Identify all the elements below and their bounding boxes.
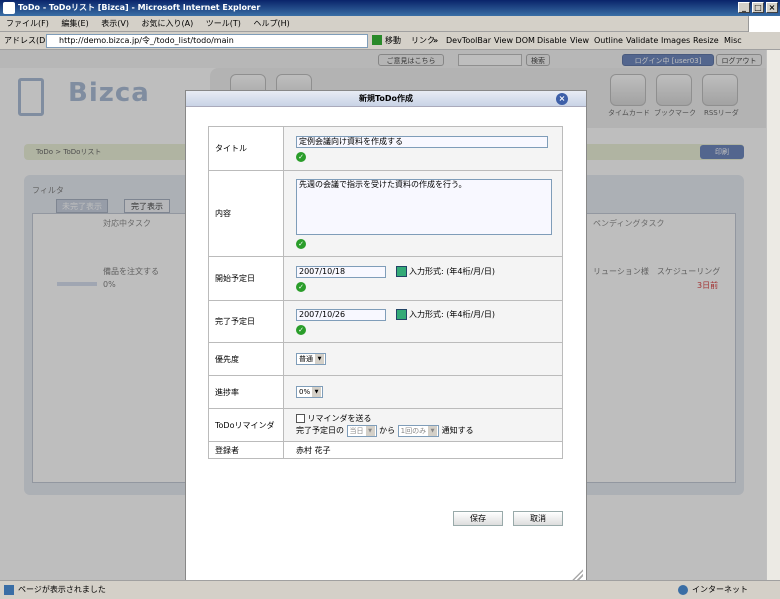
- toolbar-view-dom[interactable]: View DOM: [494, 32, 535, 50]
- menu-help[interactable]: ヘルプ(H): [253, 19, 289, 28]
- toolbar-misc[interactable]: Misc: [724, 32, 742, 50]
- check-icon: ✓: [296, 281, 306, 292]
- reminder-prefix: 完了予定日の: [296, 426, 344, 435]
- label-priority: 優先度: [208, 342, 284, 376]
- menu-file[interactable]: ファイル(F): [6, 19, 49, 28]
- label-end-date: 完了予定日: [208, 300, 284, 343]
- resize-grip-icon[interactable]: [571, 569, 583, 580]
- close-icon[interactable]: ×: [556, 93, 568, 105]
- new-todo-dialog: 新規ToDo作成 × タイトル 定例会議向け資料を作成する ✓ 内容 先週の会議…: [185, 90, 587, 580]
- registrant-value: 赤村 花子: [283, 441, 563, 459]
- close-window-icon[interactable]: ×: [766, 2, 778, 13]
- content-textarea[interactable]: 先週の会議で指示を受けた資料の作成を行う。: [296, 178, 552, 235]
- end-date-input[interactable]: 2007/10/26: [296, 308, 386, 321]
- reminder-check-label: リマインダを送る: [307, 414, 372, 423]
- go-button[interactable]: 移動: [385, 32, 401, 50]
- windows-logo-icon: [748, 16, 780, 32]
- reminder-suffix: 通知する: [441, 426, 474, 435]
- menu-edit[interactable]: 編集(E): [61, 19, 88, 28]
- check-icon: ✓: [296, 238, 306, 249]
- minimize-icon[interactable]: _: [738, 2, 750, 13]
- label-registrant: 登録者: [208, 441, 284, 459]
- window-title: ToDo - ToDoリスト [Bizca] - Microsoft Inter…: [18, 3, 261, 12]
- label-content: 内容: [208, 170, 284, 257]
- status-bar: ページが表示されました インターネット: [0, 580, 780, 598]
- links-label[interactable]: リンク: [411, 32, 435, 50]
- todo-form: タイトル 定例会議向け資料を作成する ✓ 内容 先週の会議で指示を受けた資料の作…: [208, 126, 563, 459]
- label-reminder: ToDoリマインダ: [208, 408, 284, 442]
- go-icon[interactable]: [372, 35, 382, 45]
- toolbar-validate[interactable]: Validate: [626, 32, 658, 50]
- page-icon: [4, 585, 14, 595]
- window-title-bar: ToDo - ToDoリスト [Bizca] - Microsoft Inter…: [0, 0, 780, 16]
- address-label: アドレス(D): [4, 36, 49, 45]
- calendar-icon[interactable]: [396, 309, 407, 320]
- toolbar-images[interactable]: Images: [661, 32, 690, 50]
- label-start-date: 開始予定日: [208, 256, 284, 301]
- priority-select[interactable]: 普通: [296, 353, 326, 365]
- zone-text: インターネット: [692, 585, 748, 594]
- cancel-button[interactable]: 取消: [513, 511, 563, 526]
- menu-favorites[interactable]: お気に入り(A): [142, 19, 194, 28]
- label-progress: 進捗率: [208, 375, 284, 409]
- maximize-icon[interactable]: □: [752, 2, 764, 13]
- toolbar-devtoolbar[interactable]: DevToolBar: [446, 32, 491, 50]
- ie-icon: [3, 2, 15, 14]
- toolbar-resize[interactable]: Resize: [693, 32, 719, 50]
- reminder-from: から: [379, 426, 396, 435]
- reminder-count-select[interactable]: 1回のみ: [397, 425, 440, 437]
- menu-bar: ファイル(F) 編集(E) 表示(V) お気に入り(A) ツール(T) ヘルプ(…: [0, 16, 780, 32]
- menu-tools[interactable]: ツール(T): [206, 19, 241, 28]
- menu-view[interactable]: 表示(V): [101, 19, 129, 28]
- page-viewport: ご意見はこちら 検索 ログイン中 [user03] ログアウト Bizca タイ…: [0, 50, 766, 580]
- calendar-icon[interactable]: [396, 266, 407, 277]
- save-button[interactable]: 保存: [453, 511, 503, 526]
- address-bar: アドレス(D) http://demo.bizca.jp/令_/todo_lis…: [0, 32, 780, 50]
- chevron-right-icon[interactable]: »: [433, 32, 438, 50]
- status-text: ページが表示されました: [18, 585, 106, 594]
- title-input[interactable]: 定例会議向け資料を作成する: [296, 135, 548, 148]
- dialog-header: 新規ToDo作成 ×: [186, 91, 586, 107]
- toolbar-view[interactable]: View: [570, 32, 589, 50]
- label-title: タイトル: [208, 126, 284, 171]
- check-icon: ✓: [296, 151, 306, 162]
- end-date-hint: 入力形式: (年4桁/月/日): [409, 310, 495, 319]
- check-icon: ✓: [296, 324, 306, 335]
- start-date-input[interactable]: 2007/10/18: [296, 265, 386, 278]
- reminder-checkbox[interactable]: [296, 414, 305, 423]
- globe-icon: [678, 585, 688, 595]
- start-date-hint: 入力形式: (年4桁/月/日): [409, 267, 495, 276]
- progress-select[interactable]: 0%: [296, 386, 324, 398]
- reminder-day-select[interactable]: 当日: [346, 425, 377, 437]
- toolbar-disable[interactable]: Disable: [537, 32, 567, 50]
- toolbar-outline[interactable]: Outline: [594, 32, 623, 50]
- page-scrollbar[interactable]: [766, 50, 780, 580]
- dialog-title: 新規ToDo作成: [358, 94, 414, 103]
- address-input[interactable]: http://demo.bizca.jp/令_/todo_list/todo/m…: [46, 34, 368, 48]
